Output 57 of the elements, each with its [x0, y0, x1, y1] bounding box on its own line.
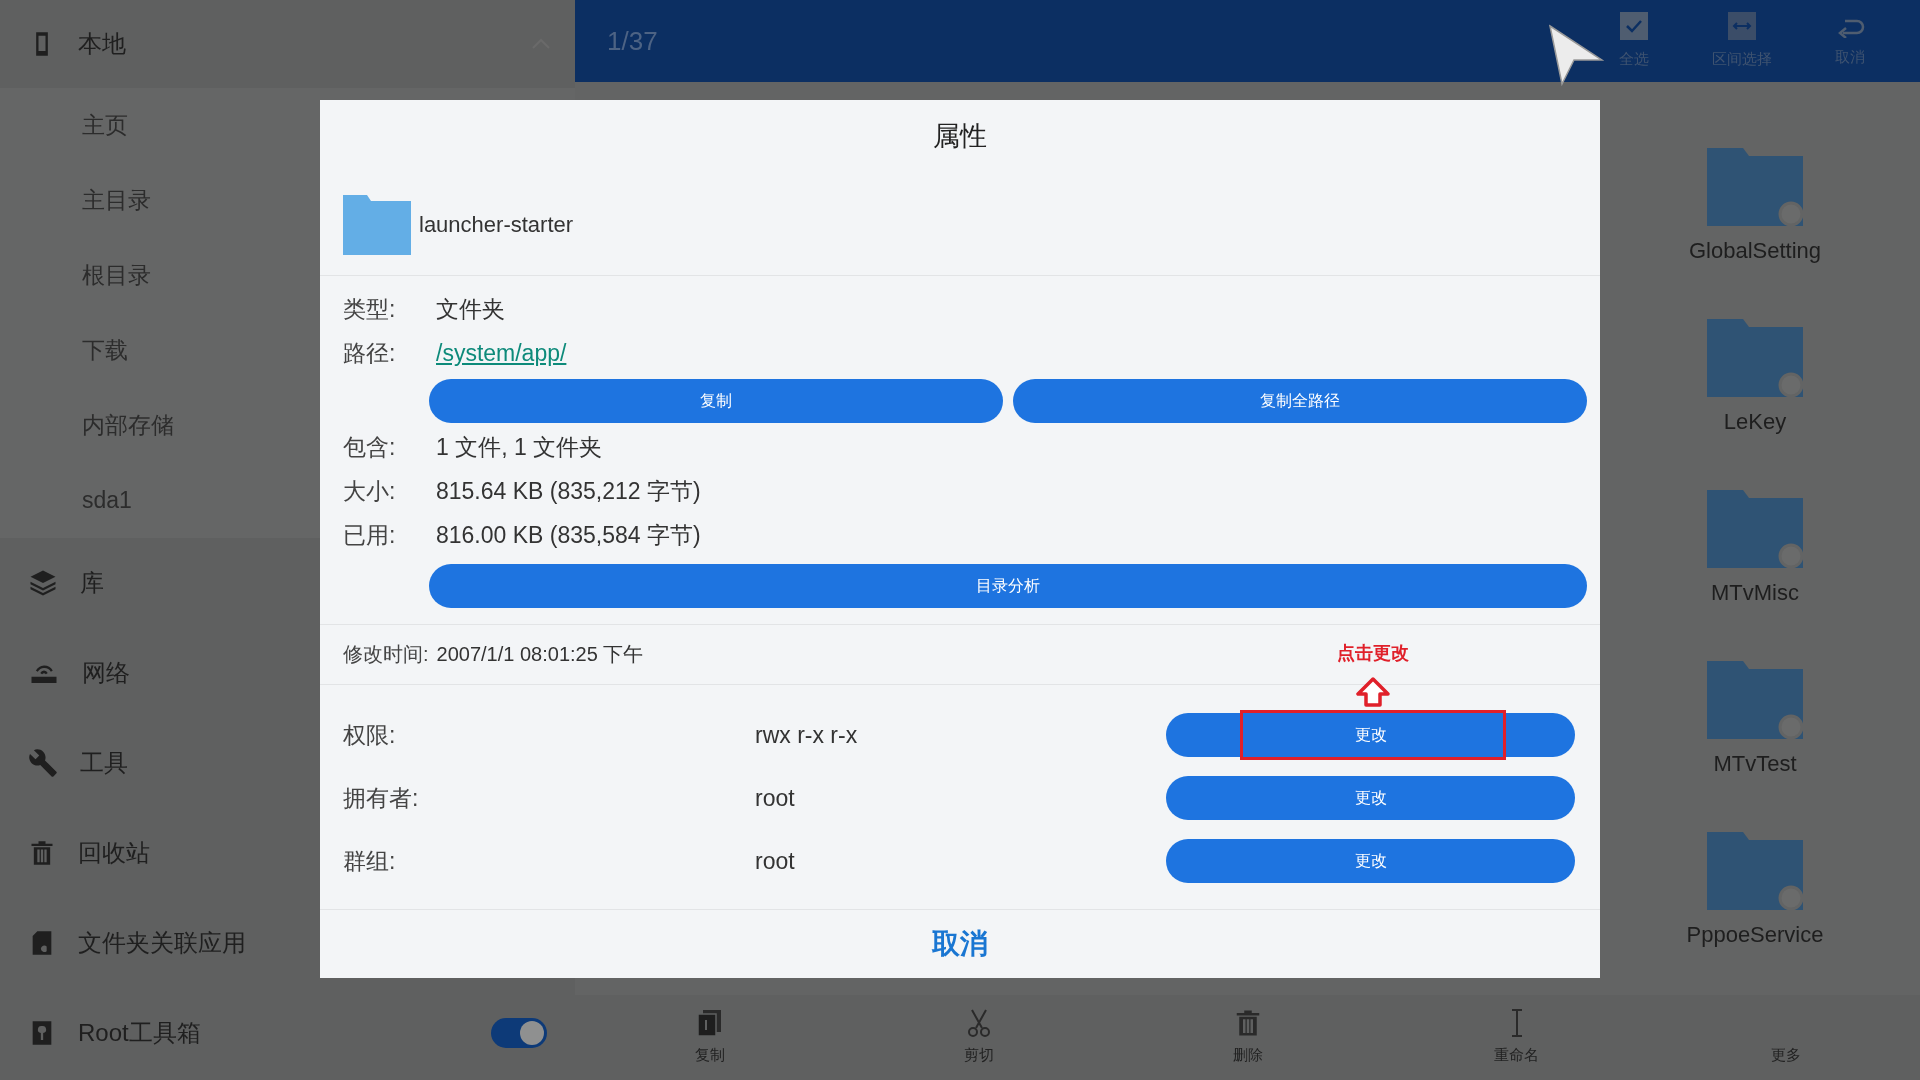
folder-icon — [343, 194, 411, 255]
up-arrow-icon — [1355, 677, 1391, 707]
field-label: 包含: — [343, 433, 397, 463]
file-name: launcher-starter — [419, 211, 574, 239]
field-value: rwx r-x r-x — [755, 720, 859, 750]
sidebar-item[interactable]: 根目录 — [82, 258, 151, 293]
wrench-icon — [28, 748, 58, 778]
folder-item[interactable]: MTvTest — [1630, 653, 1880, 824]
change-button[interactable]: 更改 — [1166, 713, 1575, 757]
range-icon — [1728, 11, 1756, 40]
folder-item[interactable]: GlobalSetting — [1630, 140, 1880, 311]
sidebar-item[interactable]: 文件夹关联应用 — [0, 898, 575, 988]
field-label: 大小: — [343, 477, 397, 507]
item-counter: 1/37 — [607, 24, 659, 58]
field-label: 群组: — [343, 846, 397, 876]
folder-item[interactable]: LeKey — [1630, 311, 1880, 482]
field-value: 1 文件, 1 文件夹 — [436, 433, 603, 463]
copy-button[interactable]: 复制全路径 — [1013, 378, 1587, 423]
field-value: 815.64 KB (835,212 字节) — [436, 477, 701, 507]
sidebar-item[interactable]: 下载 — [82, 333, 128, 368]
field-label: 权限: — [343, 720, 397, 750]
sidebar-item[interactable]: 主页 — [82, 108, 128, 143]
sidebar-header-label: 本地 — [78, 29, 127, 59]
bottom-bar-button[interactable]: 剪切 — [844, 995, 1113, 1080]
bottom-bar-button[interactable]: 删除 — [1113, 995, 1382, 1080]
field-value: 文件夹 — [436, 295, 505, 325]
folder-item[interactable]: PppoeService — [1630, 824, 1880, 995]
change-button[interactable]: 更改 — [1166, 839, 1575, 883]
analyze-button[interactable]: 目录分析 — [429, 563, 1587, 608]
annotation-text: 点击更改 — [1337, 642, 1409, 665]
sidebar-item[interactable]: 内部存储 — [82, 408, 174, 443]
sidebar-header[interactable]: 本地 — [0, 0, 575, 88]
copy-button[interactable]: 复制 — [429, 378, 1003, 423]
field-label: 拥有者: — [343, 783, 420, 813]
field-label: 类型: — [343, 295, 397, 325]
change-button[interactable]: 更改 — [1166, 776, 1575, 820]
bottom-bar-button[interactable]: 重命名 — [1382, 995, 1651, 1080]
cancel-button[interactable]: 取消 — [912, 922, 1008, 965]
stack-icon — [28, 568, 58, 598]
dialog-title: 属性 — [933, 120, 988, 153]
folder-item[interactable]: MTvMisc — [1630, 482, 1880, 653]
sidebar-item[interactable]: Root工具箱 — [0, 988, 575, 1078]
field-value: 2007/1/1 08:01:25 下午 — [436, 642, 644, 667]
cursor-icon — [1548, 24, 1604, 86]
sidebar-item[interactable]: 主目录 — [82, 183, 151, 218]
field-value: root — [755, 846, 796, 876]
toggle-switch[interactable] — [491, 1018, 547, 1048]
field-value: 816.00 KB (835,584 字节) — [436, 521, 701, 551]
checkbox-icon — [1620, 11, 1648, 40]
field-value: root — [755, 783, 796, 813]
field-label: 修改时间: — [343, 642, 429, 667]
bottom-bar-button[interactable]: 更多 — [1651, 995, 1920, 1080]
bottom-bar-button[interactable]: 复制 — [575, 995, 844, 1080]
field-label: 路径: — [343, 339, 397, 369]
sidebar-item[interactable]: sda1 — [82, 483, 132, 518]
field-label: 已用: — [343, 521, 397, 551]
path-link[interactable]: /system/app/ — [436, 336, 567, 371]
